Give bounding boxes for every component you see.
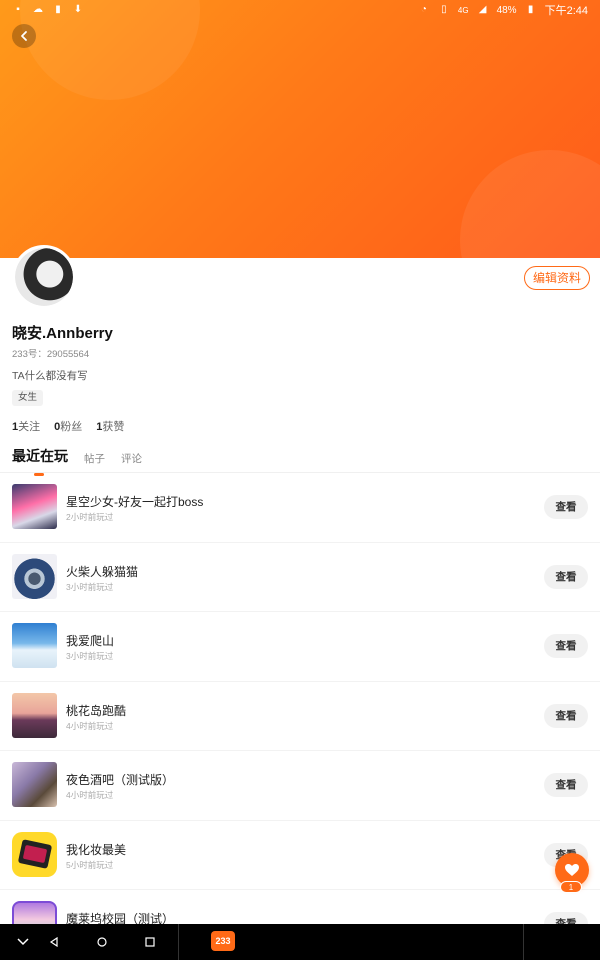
battery-level: 48% bbox=[496, 4, 517, 16]
played-time: 5小时前玩过 bbox=[66, 859, 114, 870]
divider bbox=[523, 924, 524, 960]
list-item[interactable]: 星空少女-好友一起打boss 2小时前玩过 查看 bbox=[0, 473, 600, 543]
played-time: 3小时前玩过 bbox=[66, 651, 114, 661]
played-time: 4小时前玩过 bbox=[66, 720, 114, 731]
stat-likes[interactable]: 1获赞 bbox=[96, 418, 124, 434]
like-count-badge: 1 bbox=[560, 881, 582, 893]
message-icon: ▪ bbox=[16, 4, 20, 15]
taskbar-app-233[interactable]: 233 bbox=[211, 931, 235, 951]
played-time: 3小时前玩过 bbox=[66, 581, 114, 592]
view-button[interactable]: 查看 bbox=[544, 634, 588, 658]
heart-icon bbox=[565, 864, 579, 876]
stat-label: 获赞 bbox=[102, 421, 125, 433]
makeup-palette-icon bbox=[12, 831, 57, 877]
stat-label: 关注 bbox=[18, 421, 41, 433]
list-item[interactable]: 我化妆最美 5小时前玩过 查看 bbox=[0, 821, 600, 890]
status-bar: ▪ ☁ ▮ ⬇ ◔ ▯ 4G ◢ 48% ▮ 下午2:44 bbox=[0, 0, 600, 20]
system-navigation-bar bbox=[0, 924, 600, 960]
profile-stats: 1关注 0粉丝 1获赞 bbox=[12, 418, 124, 434]
game-title: 我化妆最美 bbox=[66, 842, 127, 857]
avatar[interactable] bbox=[12, 245, 76, 309]
tab-comments[interactable]: 评论 bbox=[121, 451, 142, 466]
back-button[interactable] bbox=[12, 24, 36, 48]
view-button[interactable]: 查看 bbox=[544, 773, 588, 797]
played-time: 4小时前玩过 bbox=[66, 790, 114, 800]
view-button[interactable]: 查看 bbox=[544, 564, 588, 589]
game-title: 我爱爬山 bbox=[66, 634, 115, 648]
game-title: 夜色酒吧（测试版） bbox=[66, 773, 175, 787]
sync-icon: ◔ bbox=[420, 4, 427, 15]
back-nav-button[interactable] bbox=[42, 930, 66, 954]
view-button[interactable]: 查看 bbox=[544, 703, 588, 728]
chevron-left-icon bbox=[21, 31, 27, 41]
stat-followers[interactable]: 0粉丝 bbox=[54, 418, 82, 434]
game-title: 桃花岛跑酷 bbox=[66, 703, 127, 718]
square-recents-icon bbox=[145, 937, 155, 947]
played-time: 2小时前玩过 bbox=[66, 512, 114, 522]
triangle-back-icon bbox=[49, 937, 58, 947]
banner-decoration bbox=[460, 150, 600, 258]
list-item[interactable]: 火柴人躲猫猫 3小时前玩过 查看 bbox=[0, 543, 600, 612]
profile-tabs: 最近在玩 帖子 评论 bbox=[12, 446, 142, 476]
cell-signal-icon: ◢ bbox=[478, 4, 487, 15]
circle-home-icon bbox=[97, 937, 107, 947]
gender-badge: 女生 bbox=[12, 390, 44, 406]
game-title: 星空少女-好友一起打boss bbox=[66, 495, 204, 509]
hide-navbar-button[interactable] bbox=[11, 930, 35, 954]
stat-label: 粉丝 bbox=[60, 421, 83, 433]
edit-profile-button[interactable]: 编辑资料 bbox=[523, 266, 590, 290]
list-item[interactable]: 夜色酒吧（测试版） 4小时前玩过 查看 bbox=[0, 751, 600, 821]
profile-name: 晓安.Annberry bbox=[12, 325, 113, 342]
network-indicator: 4G bbox=[457, 5, 469, 15]
clock: 下午2:44 bbox=[544, 5, 588, 17]
avatar-image bbox=[15, 248, 73, 306]
download-icon: ⬇ bbox=[73, 4, 83, 15]
anime-couple-icon bbox=[12, 762, 57, 807]
chevron-down-icon bbox=[17, 938, 29, 946]
vibrate-icon: ▯ bbox=[441, 4, 447, 15]
profile-header-banner bbox=[0, 0, 600, 258]
recents-nav-button[interactable] bbox=[138, 930, 162, 954]
temple-bell-icon bbox=[12, 553, 57, 599]
battery-icon: ▮ bbox=[527, 4, 534, 15]
home-nav-button[interactable] bbox=[90, 930, 114, 954]
mountain-icon bbox=[12, 623, 57, 668]
peach-tree-icon bbox=[12, 692, 57, 738]
profile-bio: TA什么都没有写 bbox=[12, 370, 88, 382]
list-item[interactable]: 我爱爬山 3小时前玩过 查看 bbox=[0, 612, 600, 682]
tab-recently-played[interactable]: 最近在玩 bbox=[12, 446, 68, 476]
tab-posts[interactable]: 帖子 bbox=[84, 451, 105, 466]
profile-uid: 233号：29055564 bbox=[12, 349, 90, 360]
anime-girl-icon bbox=[12, 484, 57, 529]
divider bbox=[178, 924, 179, 960]
cloud-icon: ☁ bbox=[33, 4, 43, 15]
stat-following[interactable]: 1关注 bbox=[12, 418, 40, 434]
game-title: 火柴人躲猫猫 bbox=[66, 564, 139, 579]
list-item[interactable]: 桃花岛跑酷 4小时前玩过 查看 bbox=[0, 682, 600, 751]
signal-icon: ▮ bbox=[55, 4, 61, 15]
view-button[interactable]: 查看 bbox=[544, 495, 588, 519]
